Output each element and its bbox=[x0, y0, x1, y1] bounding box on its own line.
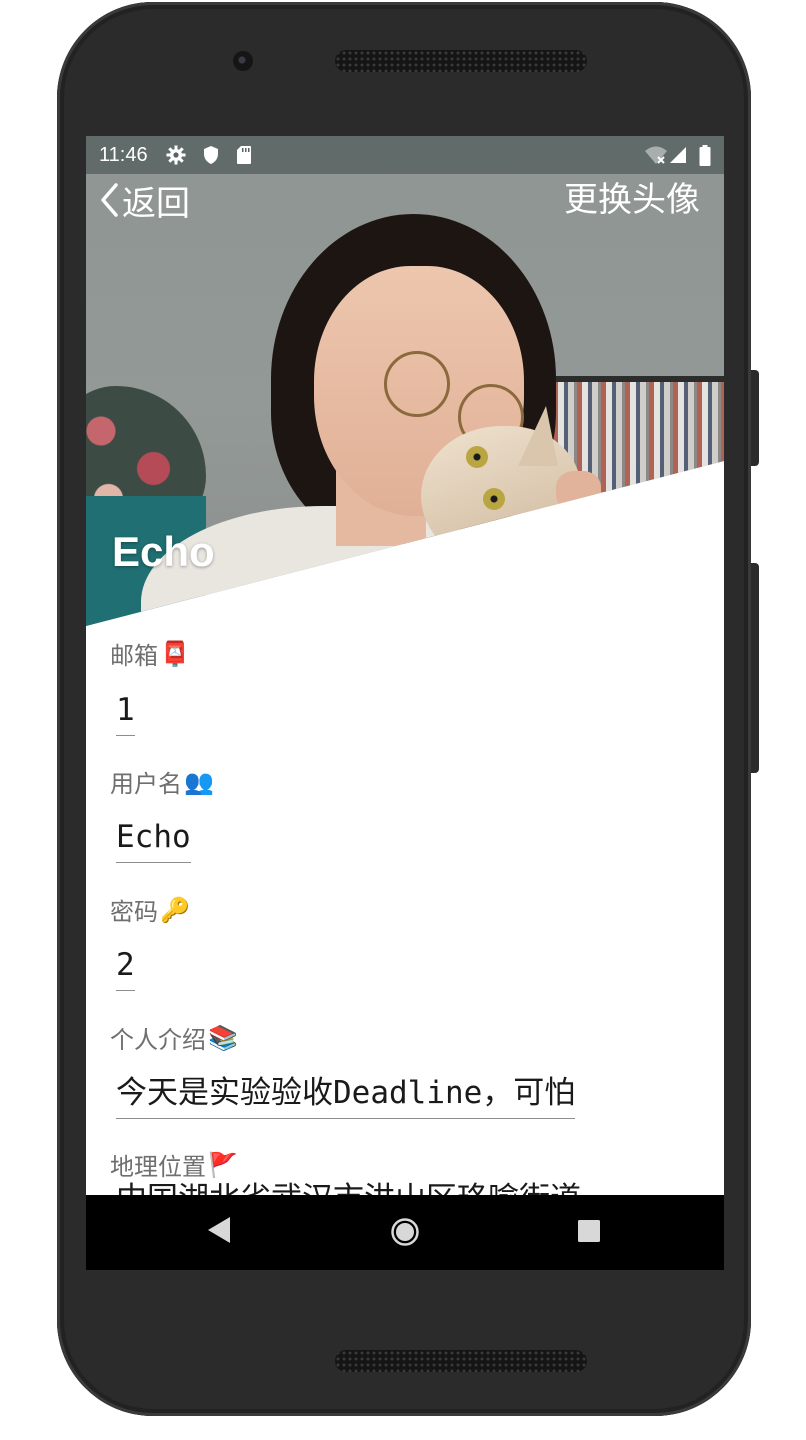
location-label: 地理位置 🚩 bbox=[110, 1150, 238, 1182]
books-icon: 📚 bbox=[208, 1023, 238, 1052]
username-field[interactable]: Echo bbox=[116, 819, 191, 863]
bottom-speaker bbox=[335, 1350, 587, 1372]
back-button[interactable]: 返回 bbox=[98, 180, 190, 224]
users-icon: 👥 bbox=[184, 767, 214, 796]
battery-icon bbox=[699, 145, 711, 166]
shield-icon bbox=[204, 146, 218, 164]
bio-field[interactable]: 今天是实验验收Deadline，可怕 bbox=[116, 1075, 576, 1119]
flag-icon: 🚩 bbox=[208, 1150, 238, 1179]
back-triangle-icon[interactable] bbox=[206, 1215, 232, 1245]
earpiece-speaker bbox=[335, 50, 587, 72]
volume-rocker[interactable] bbox=[751, 563, 759, 773]
status-time: 11:46 bbox=[99, 144, 148, 166]
front-camera bbox=[233, 51, 253, 71]
bio-label: 个人介绍 📚 bbox=[110, 1023, 238, 1055]
key-icon: 🔑 bbox=[160, 895, 190, 924]
navigation-bar bbox=[86, 1195, 724, 1270]
password-label: 密码 🔑 bbox=[110, 895, 190, 927]
chevron-left-icon bbox=[101, 183, 118, 217]
postbox-icon: 📮 bbox=[160, 639, 190, 668]
wifi-off-icon bbox=[645, 146, 667, 164]
back-label: 返回 bbox=[122, 183, 190, 224]
change-avatar-button[interactable]: 更换头像 bbox=[564, 180, 700, 220]
signal-icon bbox=[670, 147, 686, 163]
app-screen: 11:46 返回 更换头像 Echo 邮箱 📮 1 用户名 👥 Echo 密码 … bbox=[86, 136, 724, 1270]
email-label: 邮箱 📮 bbox=[110, 639, 190, 671]
status-bar: 11:46 bbox=[86, 136, 724, 174]
home-circle-icon[interactable] bbox=[390, 1217, 420, 1247]
profile-name-title: Echo bbox=[112, 528, 215, 575]
username-label: 用户名 👥 bbox=[110, 767, 214, 799]
email-field[interactable]: 1 bbox=[116, 692, 135, 736]
password-field[interactable]: 2 bbox=[116, 947, 135, 991]
gear-icon bbox=[166, 145, 186, 165]
recents-square-icon[interactable] bbox=[577, 1219, 601, 1243]
sd-card-icon bbox=[237, 146, 251, 164]
power-button[interactable] bbox=[751, 370, 759, 466]
